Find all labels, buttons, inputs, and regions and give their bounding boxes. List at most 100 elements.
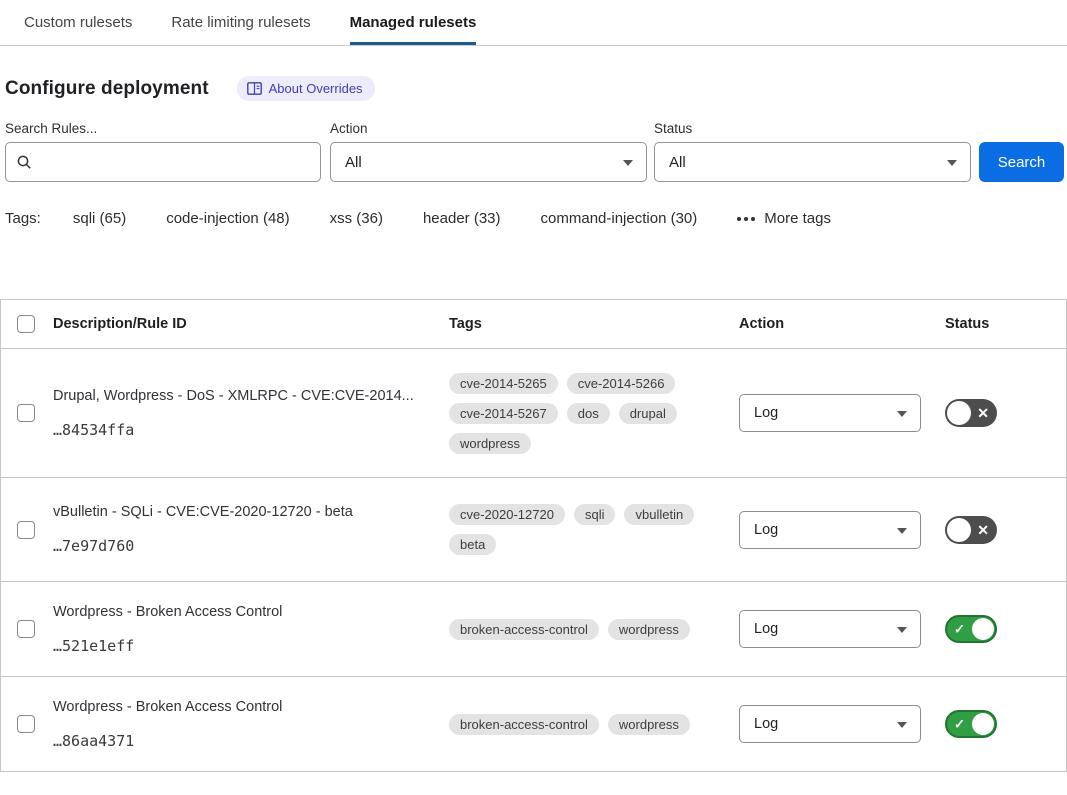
about-overrides-label: About Overrides bbox=[269, 81, 363, 96]
rule-id: …521e1eff bbox=[53, 637, 429, 655]
heading-row: Configure deployment About Overrides bbox=[5, 76, 1067, 101]
rule-action-cell: Log bbox=[739, 610, 945, 648]
check-icon: ✓ bbox=[954, 718, 965, 731]
book-icon bbox=[247, 82, 262, 95]
more-tags-label: More tags bbox=[764, 210, 831, 227]
rule-tag: cve-2014-5266 bbox=[567, 373, 676, 394]
tag-filter-header[interactable]: header (33) bbox=[423, 210, 501, 227]
column-header-description: Description/Rule ID bbox=[53, 316, 449, 332]
rule-tags-cell: cve-2020-12720 sqli vbulletin beta bbox=[449, 504, 739, 555]
tags-bar-label: Tags: bbox=[5, 210, 41, 227]
rule-status-cell: ✕ ✓ bbox=[945, 710, 1066, 738]
rule-tags-cell: broken-access-control wordpress bbox=[449, 714, 739, 735]
select-all-checkbox[interactable] bbox=[17, 315, 35, 333]
rule-action-select[interactable]: Log bbox=[739, 610, 921, 648]
search-rules-box bbox=[5, 142, 321, 182]
action-filter-label: Action bbox=[330, 121, 654, 136]
row-checkbox[interactable] bbox=[17, 521, 35, 539]
rule-action-select[interactable]: Log bbox=[739, 394, 921, 432]
tab-managed-rulesets[interactable]: Managed rulesets bbox=[350, 0, 477, 45]
rule-action-value: Log bbox=[754, 405, 778, 421]
rule-description-cell: vBulletin - SQLi - CVE:CVE-2020-12720 - … bbox=[53, 504, 449, 555]
x-icon: ✕ bbox=[977, 523, 989, 537]
about-overrides-badge[interactable]: About Overrides bbox=[237, 76, 375, 101]
row-checkbox-cell bbox=[1, 404, 53, 422]
rule-status-cell: ✕ ✓ bbox=[945, 516, 1066, 544]
row-checkbox-cell bbox=[1, 521, 53, 539]
action-filter-group: Action All bbox=[330, 121, 654, 182]
tag-filter-command-injection[interactable]: command-injection (30) bbox=[541, 210, 698, 227]
rule-id: …86aa4371 bbox=[53, 732, 429, 750]
status-filter-label: Status bbox=[654, 121, 979, 136]
rule-status-toggle[interactable]: ✕ ✓ bbox=[945, 710, 997, 738]
rule-description-cell: Drupal, Wordpress - DoS - XMLRPC - CVE:C… bbox=[53, 388, 449, 439]
row-checkbox[interactable] bbox=[17, 715, 35, 733]
more-tags-button[interactable]: More tags bbox=[737, 210, 831, 227]
tag-filter-xss[interactable]: xss (36) bbox=[330, 210, 383, 227]
rule-action-select[interactable]: Log bbox=[739, 705, 921, 743]
rule-action-value: Log bbox=[754, 621, 778, 637]
rule-id: …84534ffa bbox=[53, 421, 429, 439]
rule-action-select[interactable]: Log bbox=[739, 511, 921, 549]
chevron-down-icon bbox=[897, 528, 907, 534]
ellipsis-icon bbox=[737, 217, 755, 221]
check-icon: ✓ bbox=[954, 623, 965, 636]
tab-custom-rulesets[interactable]: Custom rulesets bbox=[24, 0, 132, 45]
rule-tag: beta bbox=[449, 534, 496, 555]
rule-tag: cve-2020-12720 bbox=[449, 504, 565, 525]
search-button[interactable]: Search bbox=[979, 142, 1064, 182]
header-checkbox-cell bbox=[1, 315, 53, 333]
row-checkbox[interactable] bbox=[17, 404, 35, 422]
table-row: Wordpress - Broken Access Control …86aa4… bbox=[1, 677, 1066, 772]
column-header-tags: Tags bbox=[449, 316, 739, 332]
table-row: Drupal, Wordpress - DoS - XMLRPC - CVE:C… bbox=[1, 349, 1066, 478]
rule-status-toggle[interactable]: ✕ ✓ bbox=[945, 399, 997, 427]
search-icon bbox=[16, 154, 32, 170]
managed-rules-table: Description/Rule ID Tags Action Status D… bbox=[0, 299, 1067, 772]
rule-tag: dos bbox=[567, 403, 610, 424]
rule-tags-cell: broken-access-control wordpress bbox=[449, 619, 739, 640]
search-rules-input[interactable] bbox=[40, 154, 310, 171]
rule-tag: broken-access-control bbox=[449, 619, 599, 640]
status-filter-select[interactable]: All bbox=[654, 142, 971, 182]
tab-rate-limiting-rulesets[interactable]: Rate limiting rulesets bbox=[171, 0, 310, 45]
toggle-knob bbox=[972, 618, 994, 640]
rule-status-toggle[interactable]: ✕ ✓ bbox=[945, 615, 997, 643]
status-filter-group: Status All bbox=[654, 121, 979, 182]
rule-action-cell: Log bbox=[739, 705, 945, 743]
rule-status-cell: ✕ ✓ bbox=[945, 615, 1066, 643]
rule-status-toggle[interactable]: ✕ ✓ bbox=[945, 516, 997, 544]
toggle-knob bbox=[972, 713, 994, 735]
action-filter-select[interactable]: All bbox=[330, 142, 647, 182]
rule-tag: broken-access-control bbox=[449, 714, 599, 735]
toggle-knob bbox=[947, 518, 971, 542]
status-filter-value: All bbox=[669, 154, 686, 171]
tab-bar: Custom rulesets Rate limiting rulesets M… bbox=[0, 0, 1067, 46]
toggle-knob bbox=[947, 401, 971, 425]
rule-action-value: Log bbox=[754, 522, 778, 538]
rule-tag: wordpress bbox=[608, 619, 690, 640]
rule-tag: cve-2014-5265 bbox=[449, 373, 558, 394]
row-checkbox[interactable] bbox=[17, 620, 35, 638]
rule-description-cell: Wordpress - Broken Access Control …521e1… bbox=[53, 604, 449, 655]
rule-description: Drupal, Wordpress - DoS - XMLRPC - CVE:C… bbox=[53, 388, 429, 404]
rule-description-cell: Wordpress - Broken Access Control …86aa4… bbox=[53, 699, 449, 750]
column-header-status: Status bbox=[945, 316, 1066, 332]
rule-id: …7e97d760 bbox=[53, 537, 429, 555]
table-header-row: Description/Rule ID Tags Action Status bbox=[1, 300, 1066, 349]
rule-action-cell: Log bbox=[739, 394, 945, 432]
rule-description: vBulletin - SQLi - CVE:CVE-2020-12720 - … bbox=[53, 504, 429, 520]
filters-row: Search Rules... Action All Status All Se… bbox=[5, 121, 1067, 182]
rule-tag: sqli bbox=[574, 504, 616, 525]
chevron-down-icon bbox=[897, 722, 907, 728]
tag-filter-sqli[interactable]: sqli (65) bbox=[73, 210, 126, 227]
rule-tag: wordpress bbox=[449, 433, 531, 454]
column-header-action: Action bbox=[739, 316, 945, 332]
row-checkbox-cell bbox=[1, 620, 53, 638]
search-rules-label: Search Rules... bbox=[5, 121, 330, 136]
tag-filter-code-injection[interactable]: code-injection (48) bbox=[166, 210, 289, 227]
chevron-down-icon bbox=[897, 411, 907, 417]
table-row: vBulletin - SQLi - CVE:CVE-2020-12720 - … bbox=[1, 478, 1066, 582]
rule-tag: drupal bbox=[619, 403, 677, 424]
chevron-down-icon bbox=[623, 160, 633, 166]
